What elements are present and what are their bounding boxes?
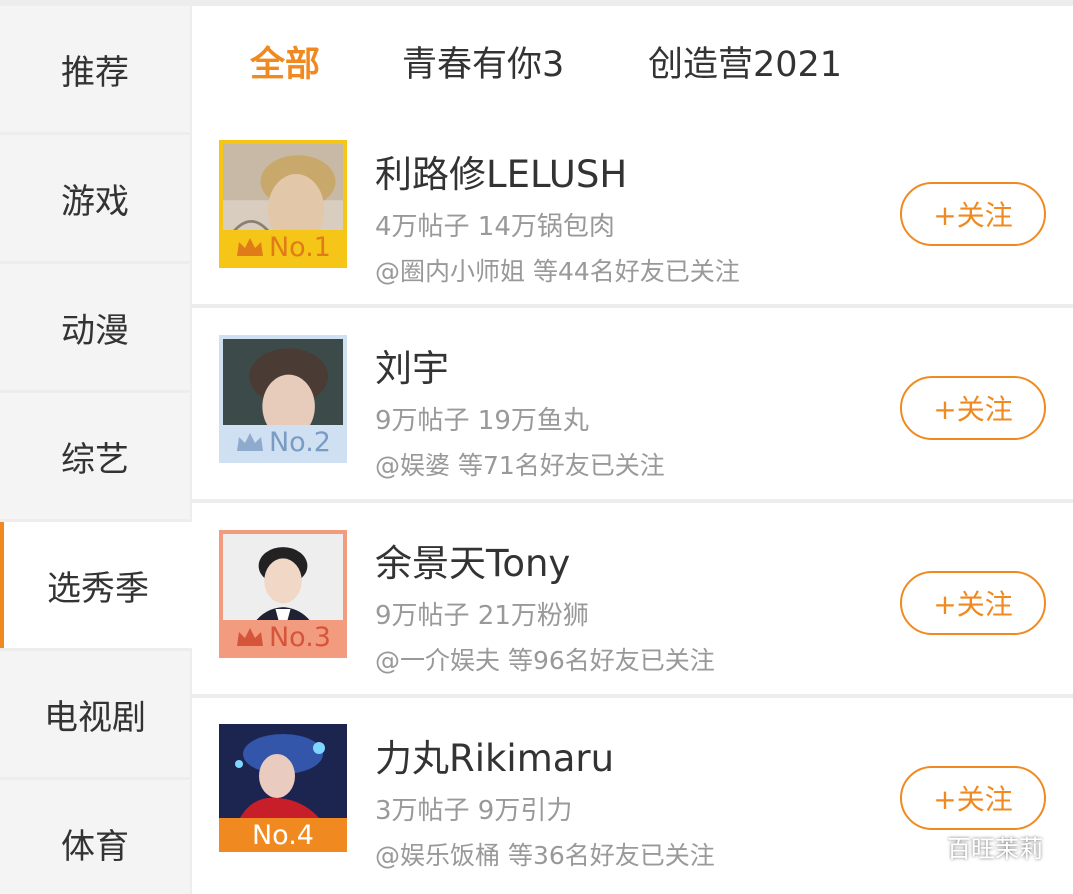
star-name: 力丸Rikimaru xyxy=(375,737,615,780)
list-item[interactable]: No.1 利路修LELUSH 4万帖子 14万锅包肉 @圈内小师姐 等44名好友… xyxy=(192,114,1073,309)
star-name: 余景天Tony xyxy=(375,542,571,585)
rank-badge: No.4 xyxy=(219,818,347,852)
avatar: No.1 xyxy=(219,140,347,268)
sidebar-item-label: 选秀季 xyxy=(47,568,149,609)
sidebar-item-talent-show[interactable]: 选秀季 xyxy=(0,522,196,648)
star-name: 刘宇 xyxy=(375,347,449,390)
sidebar-item-recommend[interactable]: 推荐 xyxy=(0,6,190,132)
tab-all[interactable]: 全部 xyxy=(250,36,320,87)
watermark-text: 百旺茉莉 xyxy=(947,835,1043,863)
wechat-icon xyxy=(906,833,938,860)
rank-label: No.3 xyxy=(268,621,331,653)
sidebar-item-label: 游戏 xyxy=(61,181,129,222)
rank-badge: No.2 xyxy=(223,425,343,459)
rank-label: No.1 xyxy=(268,231,331,263)
rank-label: No.4 xyxy=(251,819,314,851)
star-stats: 3万帖子 9万引力 xyxy=(375,796,573,826)
follow-button[interactable]: +关注 xyxy=(900,766,1046,830)
crown-icon xyxy=(236,628,263,646)
follow-button[interactable]: +关注 xyxy=(900,376,1046,440)
star-stats: 4万帖子 14万锅包肉 xyxy=(375,212,615,242)
star-name: 利路修LELUSH xyxy=(375,153,628,196)
tab-chuang-2021[interactable]: 创造营2021 xyxy=(648,36,842,87)
followed-by-friends: @一介娱夫 等96名好友已关注 xyxy=(375,646,715,675)
avatar: No.3 xyxy=(219,530,347,658)
rank-badge: No.1 xyxy=(223,230,343,264)
ranking-panel: 全部 青春有你3 创造营2021 No.1 利路修LELUSH 4万帖子 14万… xyxy=(192,6,1073,894)
followed-by-friends: @娱乐饭桶 等36名好友已关注 xyxy=(375,841,715,870)
sidebar-item-tv-series[interactable]: 电视剧 xyxy=(0,651,190,777)
follow-button[interactable]: +关注 xyxy=(900,571,1046,635)
watermark: 百旺茉莉 xyxy=(905,829,1043,864)
follow-button[interactable]: +关注 xyxy=(900,182,1046,246)
list-item[interactable]: No.3 余景天Tony 9万帖子 21万粉狮 @一介娱夫 等96名好友已关注 … xyxy=(192,503,1073,698)
avatar: No.4 xyxy=(219,724,347,852)
rank-badge: No.3 xyxy=(223,620,343,654)
sidebar-item-label: 综艺 xyxy=(61,439,129,480)
avatar: No.2 xyxy=(219,335,347,463)
followed-by-friends: @娱婆 等71名好友已关注 xyxy=(375,451,665,480)
crown-icon xyxy=(236,238,263,256)
category-sidebar: 推荐 游戏 动漫 综艺 选秀季 电视剧 体育 xyxy=(0,6,196,894)
star-stats: 9万帖子 19万鱼丸 xyxy=(375,406,589,436)
sidebar-item-games[interactable]: 游戏 xyxy=(0,135,190,261)
sidebar-item-label: 体育 xyxy=(61,826,129,867)
sidebar-item-sports[interactable]: 体育 xyxy=(0,780,190,894)
sidebar-item-anime[interactable]: 动漫 xyxy=(0,264,190,390)
star-stats: 9万帖子 21万粉狮 xyxy=(375,601,589,631)
sidebar-item-label: 电视剧 xyxy=(44,697,146,738)
list-item[interactable]: No.2 刘宇 9万帖子 19万鱼丸 @娱婆 等71名好友已关注 +关注 xyxy=(192,308,1073,503)
sidebar-item-label: 动漫 xyxy=(61,310,129,351)
rank-label: No.2 xyxy=(268,426,331,458)
sidebar-item-variety[interactable]: 综艺 xyxy=(0,393,190,519)
sidebar-item-label: 推荐 xyxy=(61,52,129,93)
crown-icon xyxy=(236,433,263,451)
followed-by-friends: @圈内小师姐 等44名好友已关注 xyxy=(375,257,740,286)
tab-youth-with-you-3[interactable]: 青春有你3 xyxy=(402,36,564,87)
